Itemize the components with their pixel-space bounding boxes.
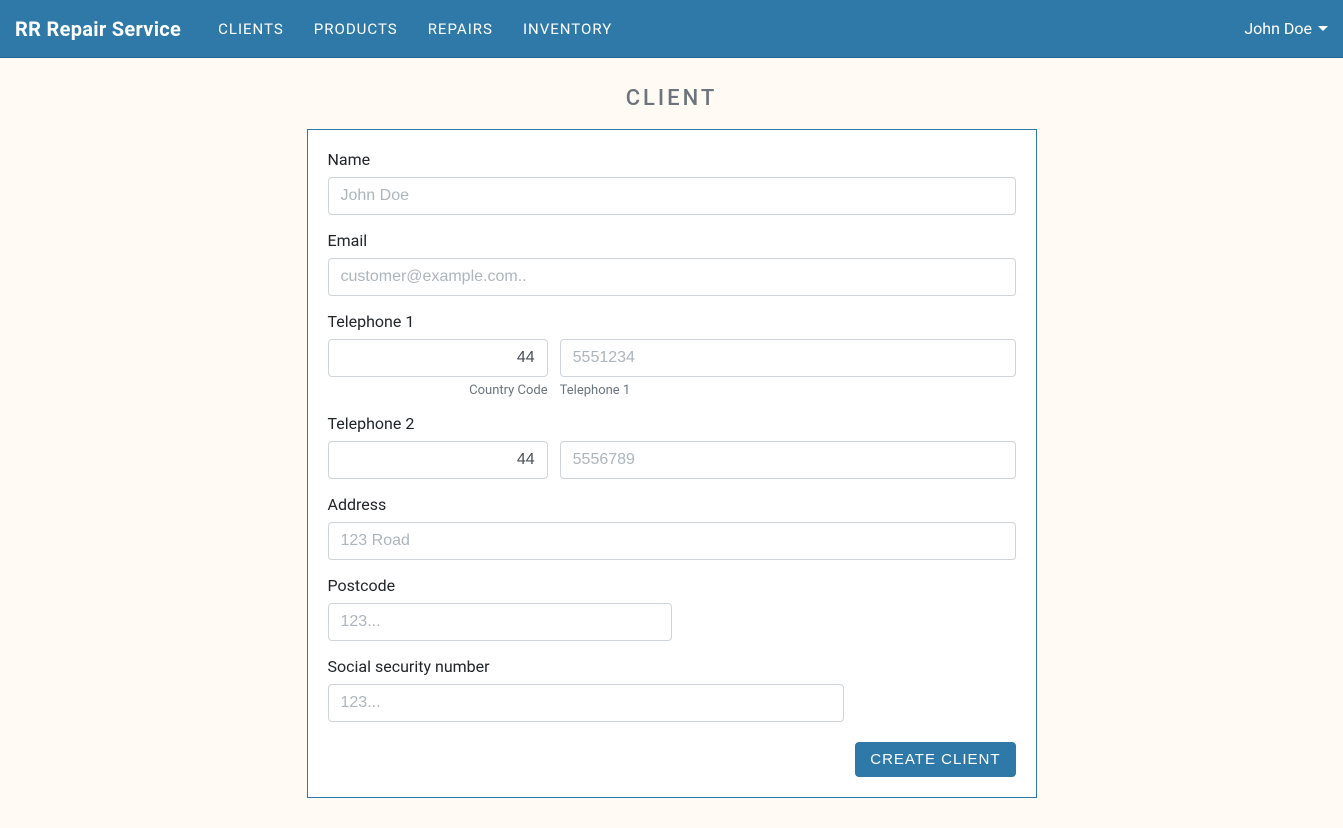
nav-clients[interactable]: Clients bbox=[203, 0, 299, 58]
navbar: RR Repair Service Clients Products Repai… bbox=[0, 0, 1343, 58]
name-label: Name bbox=[328, 150, 1016, 169]
tel1-cc-sublabel: Country Code bbox=[328, 383, 548, 398]
nav-products[interactable]: Products bbox=[299, 0, 413, 58]
page-title: Client bbox=[0, 86, 1343, 111]
nav-repairs[interactable]: Repairs bbox=[413, 0, 508, 58]
address-label: Address bbox=[328, 495, 1016, 514]
brand[interactable]: RR Repair Service bbox=[15, 17, 181, 41]
email-label: Email bbox=[328, 231, 1016, 250]
client-form-card: Name Email Telephone 1 Country Code Tele… bbox=[307, 129, 1037, 798]
tel1-num-sublabel: Telephone 1 bbox=[560, 383, 1016, 398]
postcode-label: Postcode bbox=[328, 576, 1016, 595]
address-input[interactable] bbox=[328, 522, 1016, 560]
email-input[interactable] bbox=[328, 258, 1016, 296]
tel2-num-input[interactable] bbox=[560, 441, 1016, 479]
ssn-label: Social security number bbox=[328, 657, 1016, 676]
user-menu[interactable]: John Doe bbox=[1244, 19, 1328, 38]
user-name: John Doe bbox=[1244, 19, 1312, 38]
name-input[interactable] bbox=[328, 177, 1016, 215]
tel2-label: Telephone 2 bbox=[328, 414, 1016, 433]
nav-inventory[interactable]: Inventory bbox=[508, 0, 627, 58]
caret-down-icon bbox=[1318, 26, 1328, 31]
postcode-input[interactable] bbox=[328, 603, 672, 641]
tel1-label: Telephone 1 bbox=[328, 312, 1016, 331]
tel2-cc-input[interactable] bbox=[328, 441, 548, 479]
tel1-cc-input[interactable] bbox=[328, 339, 548, 377]
create-client-button[interactable]: Create Client bbox=[855, 742, 1015, 777]
nav: Clients Products Repairs Inventory bbox=[203, 0, 1244, 58]
tel1-num-input[interactable] bbox=[560, 339, 1016, 377]
ssn-input[interactable] bbox=[328, 684, 844, 722]
